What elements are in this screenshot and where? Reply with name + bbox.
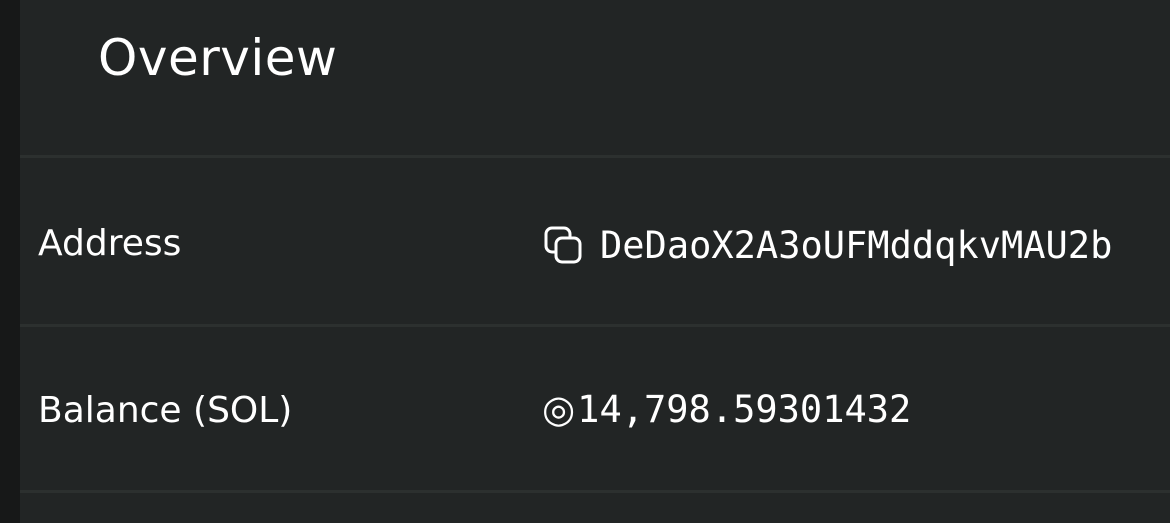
card-header: Overview xyxy=(20,0,1170,155)
balance-text: 14,798.59301432 xyxy=(577,387,912,431)
balance-row: Balance (SOL) ◎ 14,798.59301432 xyxy=(20,327,1170,490)
balance-label: Balance (SOL) xyxy=(38,390,293,431)
divider xyxy=(20,490,1170,493)
sol-icon: ◎ xyxy=(542,387,576,431)
address-label: Address xyxy=(38,223,182,264)
address-value: DeDaoX2A3oUFMddqkvMAU2b xyxy=(542,221,1112,269)
page-title: Overview xyxy=(98,29,338,87)
address-row: Address DeDaoX2A3oUFMddqkvMAU2b xyxy=(20,158,1170,324)
balance-value: ◎ 14,798.59301432 xyxy=(542,390,911,428)
left-rail xyxy=(0,0,20,523)
address-value-clip: DeDaoX2A3oUFMddqkvMAU2b xyxy=(542,221,1170,269)
overview-card: Overview Address DeDaoX2A3oUFMddqkvMAU2b… xyxy=(20,0,1170,523)
address-text[interactable]: DeDaoX2A3oUFMddqkvMAU2b xyxy=(600,227,1112,264)
copy-icon[interactable] xyxy=(542,224,584,266)
